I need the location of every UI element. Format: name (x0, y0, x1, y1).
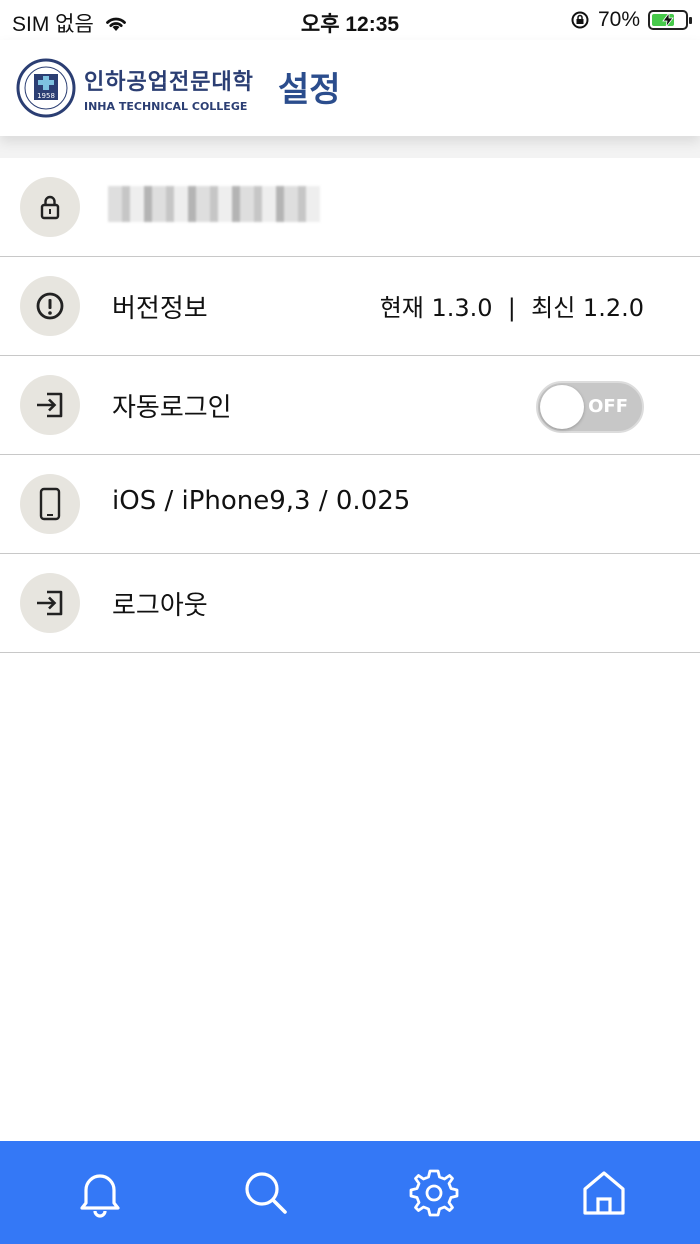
phone-icon (39, 487, 61, 521)
auto-login-label: 자동로그인 (112, 393, 232, 423)
alert-circle-icon (36, 292, 64, 320)
device-icon-circle (20, 474, 80, 534)
settings-row-device: iOS / iPhone9,3 / 0.025 (0, 455, 700, 554)
logout-label: 로그아웃 (112, 591, 208, 621)
seal-year: 1958 (37, 92, 55, 100)
login-icon (37, 392, 63, 418)
auto-login-toggle[interactable]: OFF (536, 381, 644, 433)
battery-icon (648, 10, 692, 30)
nav-notifications-button[interactable] (68, 1161, 132, 1225)
settings-row-version: 버전정보 현재 1.3.0 | 최신 1.2.0 (0, 257, 700, 356)
device-info-label: iOS / iPhone9,3 / 0.025 (112, 486, 411, 516)
home-icon (583, 1171, 625, 1215)
gear-icon (409, 1169, 459, 1217)
logout-icon-circle (20, 573, 80, 633)
settings-row-logout[interactable]: 로그아웃 (0, 554, 700, 653)
version-value: 현재 1.3.0 | 최신 1.2.0 (379, 294, 644, 322)
version-icon-circle (20, 276, 80, 336)
college-name-logo: 인하공업전문대학 INHA TECHNICAL COLLEGE (84, 64, 254, 113)
login-icon (37, 590, 63, 616)
toggle-knob (540, 385, 584, 429)
auto-login-icon-circle (20, 375, 80, 435)
account-icon-circle (20, 177, 80, 237)
redacted-account-id (108, 186, 320, 222)
college-name-english: INHA TECHNICAL COLLEGE (84, 100, 248, 113)
nav-home-button[interactable] (572, 1161, 636, 1225)
header-divider-gap (0, 136, 700, 158)
settings-row-auto-login: 자동로그인 OFF (0, 356, 700, 455)
toggle-state-label: OFF (588, 396, 628, 417)
settings-row-account[interactable] (0, 158, 700, 257)
charging-bolt-icon (662, 12, 674, 28)
status-bar: SIM 없음 오후 12:35 70% (0, 0, 700, 40)
nav-search-button[interactable] (234, 1161, 298, 1225)
battery-percent: 70% (597, 8, 640, 31)
search-icon (245, 1172, 287, 1214)
college-name-korean: 인하공업전문대학 (84, 70, 254, 95)
college-seal-logo: 1958 (16, 58, 76, 118)
version-label: 버전정보 (112, 294, 208, 324)
bottom-nav (0, 1141, 700, 1244)
bell-icon (80, 1174, 120, 1218)
battery-tip (689, 17, 692, 24)
app-header: 1958 인하공업전문대학 INHA TECHNICAL COLLEGE 설정 (0, 40, 700, 136)
nav-settings-button[interactable] (402, 1161, 466, 1225)
page-title: 설정 (278, 70, 341, 110)
status-right: 70% (570, 8, 692, 32)
settings-list: 버전정보 현재 1.3.0 | 최신 1.2.0 자동로그인 OFF iOS /… (0, 158, 700, 653)
lock-icon (40, 195, 60, 220)
rotation-lock-icon (571, 11, 589, 29)
